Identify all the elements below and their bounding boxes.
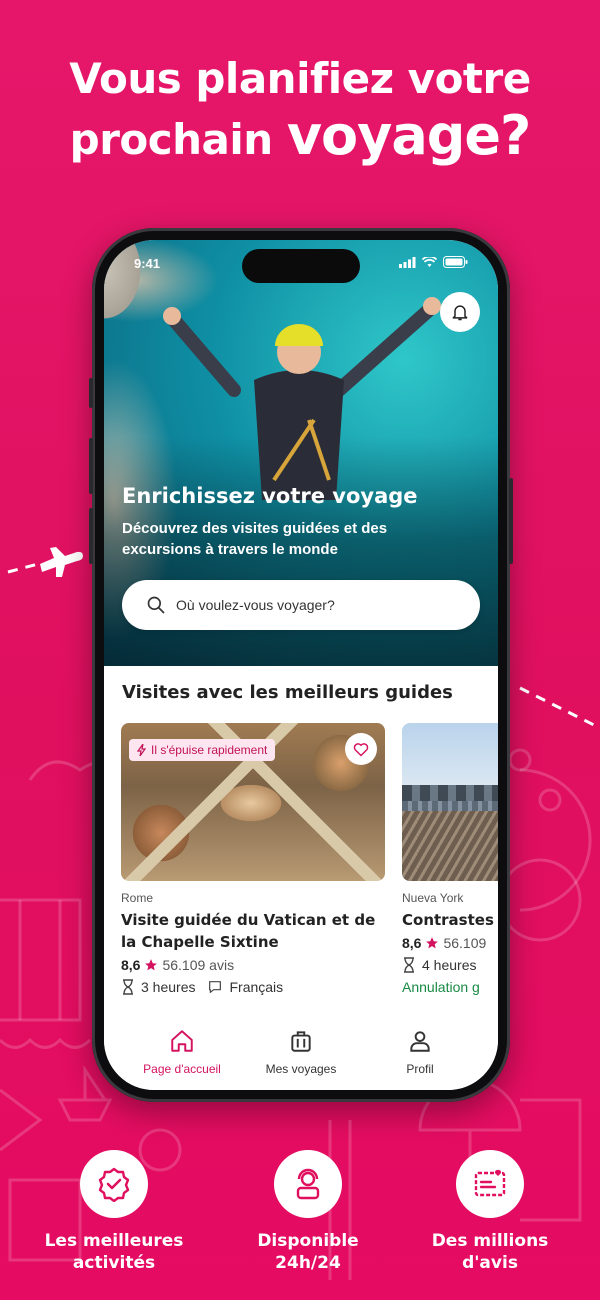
headline: Vous planifiez votre prochain voyage? [0,52,600,170]
feature-label-line2: activités [72,1253,156,1273]
phone-volume-up-button [89,438,93,494]
selling-fast-badge: Il s'épuise rapidement [129,739,276,761]
tour-city: Nueva York [402,891,464,905]
feature-best-activities: Les meilleures activités [24,1150,204,1274]
feature-label: Les meilleures activités [24,1230,204,1274]
tour-title-line1: Visite guidée du Vatican et de [121,911,376,929]
feature-label-line1: Les meilleures [44,1231,184,1251]
tour-card[interactable]: Nueva York Contrastes 8,6 56.109 4 heure… [402,723,498,995]
hero-subtitle: Découvrez des visites guidées et des exc… [122,518,462,560]
hero-subtitle-line1: Découvrez des visites guidées et des [122,520,388,537]
feature-icon-circle [456,1150,524,1218]
wifi-icon [422,256,437,267]
tour-title-line2: la Chapelle Sixtine [121,933,279,951]
rating-count: 56.109 [443,935,487,951]
feature-millions-reviews: Des millions d'avis [400,1150,580,1274]
feature-available-24h: Disponible 24h/24 [218,1150,398,1274]
tour-card[interactable]: Il s'épuise rapidement Rome Visite guidé… [121,723,385,995]
hero-person-illustration [163,297,441,500]
home-icon [171,1030,193,1052]
tab-label: Profil [406,1062,434,1076]
tour-title: Visite guidée du Vatican et de la Chapel… [121,909,385,953]
free-cancellation-label: Annulation g [402,979,480,995]
search-placeholder: Où voulez-vous voyager? [176,597,335,613]
tab-my-trips[interactable]: Mes voyages [241,1028,361,1076]
tour-image: Il s'épuise rapidement [121,723,385,881]
feature-label-line1: Des millions [431,1231,549,1251]
search-input[interactable]: Où voulez-vous voyager? [122,580,480,630]
tab-home[interactable]: Page d'accueil [122,1028,242,1076]
tour-duration: 4 heures [422,957,477,973]
hero-subtitle-line2: excursions à travers le monde [122,541,338,558]
bottom-tab-bar: Page d'accueil Mes voyages Profil [104,1018,498,1090]
section-title: Visites avec les meilleurs guides [122,682,453,703]
favorite-button[interactable] [345,733,377,765]
phone-volume-down-button [89,508,93,564]
feature-label: Disponible 24h/24 [218,1230,398,1274]
star-icon [426,937,439,949]
tab-label: Mes voyages [265,1062,337,1076]
bell-icon [452,305,468,321]
rating-score: 8,6 [402,935,422,951]
tab-label: Page d'accueil [143,1062,221,1076]
review-stamp-icon [474,1169,506,1197]
star-icon [145,959,158,971]
signal-icon [399,256,416,268]
profile-icon [410,1031,430,1052]
headline-line1: Vous planifiez votre [69,54,531,103]
feature-label-line2: d'avis [462,1253,518,1273]
tour-language: Français [229,979,284,995]
tour-rating: 8,6 56.109 avis [121,957,385,973]
chat-bubble-icon [209,981,222,993]
hero-text: Enrichissez votre voyage Découvrez des v… [122,484,462,560]
tour-city: Rome [121,891,154,905]
tab-profile[interactable]: Profil [360,1028,480,1076]
hourglass-icon [404,957,414,973]
badge-check-icon [98,1167,130,1202]
tour-meta: 3 heures Français [121,979,385,995]
notifications-button[interactable] [440,292,480,332]
heart-icon [353,743,369,757]
tour-image [402,723,498,881]
app-screen: 9:41 Enrichissez votre voyage Découvrez … [104,240,498,1090]
tour-duration: 3 heures [141,979,196,995]
headline-line2: prochain voyage? [0,106,600,170]
search-icon [147,596,165,614]
tour-rating: 8,6 56.109 [402,935,498,951]
feature-icon-circle [274,1150,342,1218]
status-time: 9:41 [134,256,161,271]
feature-label: Des millions d'avis [400,1230,580,1274]
rating-score: 8,6 [121,957,141,973]
feature-icon-circle [80,1150,148,1218]
suitcase-icon [291,1031,311,1052]
feature-label-line2: 24h/24 [275,1253,341,1273]
support-agent-icon [296,1168,320,1200]
dynamic-island [242,249,360,283]
tour-meta: 4 heures [402,957,498,973]
badge-label: Il s'épuise rapidement [151,743,268,757]
phone-power-button [509,478,513,564]
hero-title: Enrichissez votre voyage [122,484,418,508]
rating-count: 56.109 avis [162,957,235,973]
status-icons [399,256,468,268]
tour-title: Contrastes [402,911,494,929]
battery-icon [443,256,468,268]
phone-mockup: 9:41 Enrichissez votre voyage Découvrez … [89,228,513,1102]
headline-line2-b: voyage? [286,104,532,167]
feature-label-line1: Disponible [257,1231,359,1251]
hourglass-icon [123,979,133,995]
headline-line2-a: prochain [69,115,274,164]
lightning-icon [137,744,147,756]
phone-mute-button [89,378,93,408]
